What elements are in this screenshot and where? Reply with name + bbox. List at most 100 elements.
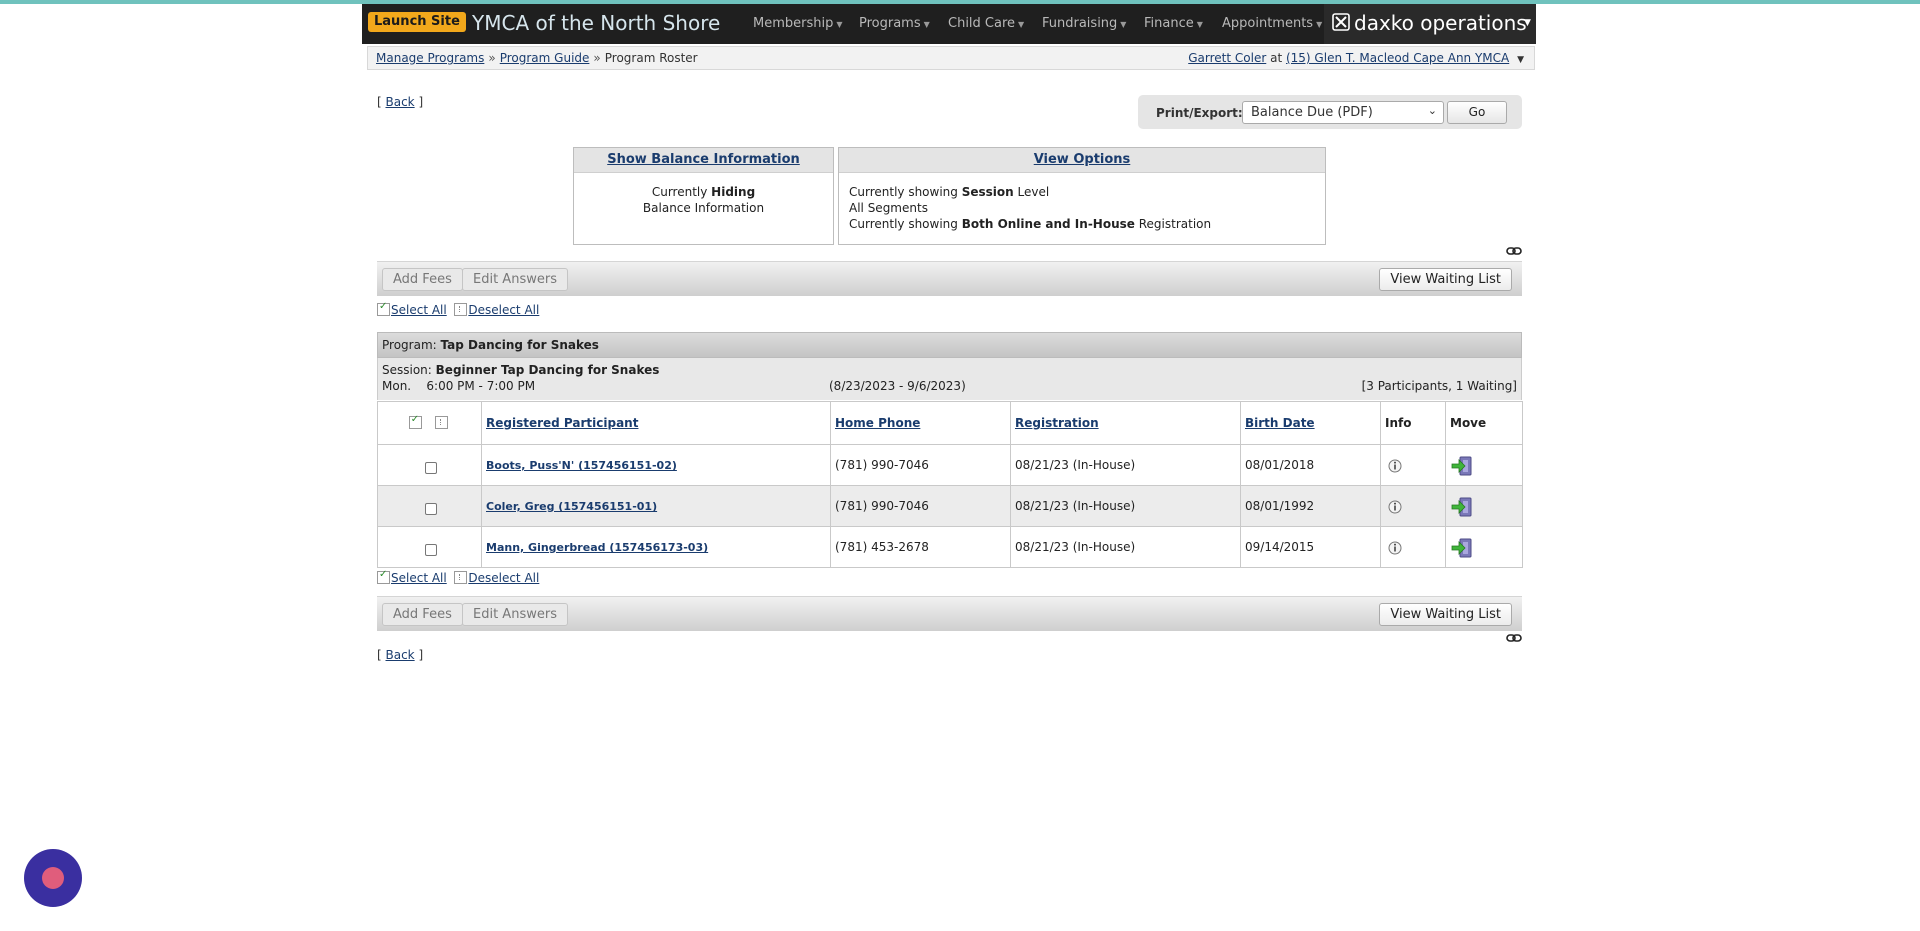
- export-selected-value: Balance Due (PDF): [1251, 105, 1373, 120]
- move-participant-icon[interactable]: [1451, 455, 1473, 477]
- select-column-header: [377, 401, 482, 445]
- brand-name: daxko operations: [1354, 11, 1527, 35]
- session-header: Session: Beginner Tap Dancing for Snakes…: [377, 358, 1522, 400]
- select-controls-top: Select All Deselect All: [377, 301, 539, 317]
- select-all-icon[interactable]: [408, 414, 422, 429]
- participant-cell: Boots, Puss'N' (157456151-02): [481, 444, 831, 486]
- daxko-brand-menu[interactable]: daxko operations ▼: [1324, 4, 1536, 44]
- program-name: Tap Dancing for Snakes: [440, 338, 599, 352]
- row-checkbox[interactable]: [425, 544, 437, 556]
- sort-phone-link[interactable]: Home Phone: [835, 416, 920, 430]
- export-format-select[interactable]: Balance Due (PDF) ⌄: [1242, 101, 1444, 124]
- nav-appointments[interactable]: Appointments ▼: [1222, 4, 1322, 44]
- back-button[interactable]: Back: [386, 648, 415, 662]
- breadcrumb-manage-programs[interactable]: Manage Programs: [376, 51, 484, 65]
- session-time: 6:00 PM - 7:00 PM: [426, 379, 536, 393]
- print-export-label: Print/Export:: [1156, 106, 1243, 120]
- phone-cell: (781) 990-7046: [830, 485, 1011, 527]
- deselect-all-link[interactable]: Deselect All: [468, 571, 539, 585]
- nav-membership[interactable]: Membership ▼: [753, 4, 843, 44]
- export-go-button[interactable]: Go: [1447, 101, 1507, 124]
- show-balance-link[interactable]: Show Balance Information: [607, 152, 800, 167]
- select-controls-bottom: Select All Deselect All: [377, 569, 539, 585]
- deselect-all-link[interactable]: Deselect All: [468, 303, 539, 317]
- organization-name: YMCA of the North Shore: [472, 11, 721, 35]
- balance-info-body: Currently Hiding Balance Information: [574, 173, 833, 222]
- registration-cell: 08/21/23 (In-House): [1010, 526, 1241, 568]
- nav-finance[interactable]: Finance ▼: [1144, 4, 1203, 44]
- birth-date-cell: 08/01/2018: [1240, 444, 1381, 486]
- launch-site-button[interactable]: Launch Site: [368, 12, 466, 32]
- info-column-header: Info: [1380, 401, 1446, 445]
- row-checkbox[interactable]: [425, 503, 437, 515]
- move-participant-icon[interactable]: [1451, 537, 1473, 559]
- view-options-header: View Options: [839, 148, 1325, 173]
- session-participant-count: [3 Participants, 1 Waiting]: [1361, 379, 1517, 393]
- view-level-value: Session: [961, 185, 1014, 199]
- phone-cell: (781) 990-7046: [830, 444, 1011, 486]
- participant-link[interactable]: Boots, Puss'N' (157456151-02): [486, 459, 677, 472]
- edit-answers-button[interactable]: Edit Answers: [462, 268, 568, 291]
- roster-toolbar-bottom: Add Fees Edit Answers View Waiting List: [377, 596, 1522, 631]
- balance-info-box: Show Balance Information Currently Hidin…: [573, 147, 834, 245]
- info-icon[interactable]: [1388, 541, 1402, 555]
- sort-registration-link[interactable]: Registration: [1015, 416, 1099, 430]
- info-icon[interactable]: [1388, 500, 1402, 514]
- view-waiting-list-button[interactable]: View Waiting List: [1379, 603, 1512, 626]
- participant-link[interactable]: Mann, Gingerbread (157456173-03): [486, 541, 708, 554]
- print-export-panel: Print/Export: Balance Due (PDF) ⌄ Go: [1138, 95, 1522, 129]
- caret-down-icon[interactable]: ▼: [1517, 55, 1524, 65]
- info-icon[interactable]: [1388, 459, 1402, 473]
- balance-status-text: Balance Information: [642, 201, 765, 215]
- back-link-top: [ Back ]: [377, 95, 424, 109]
- deselect-all-icon[interactable]: [435, 416, 449, 429]
- permalink-icon[interactable]: [1506, 246, 1522, 256]
- birth-column-header: Birth Date: [1240, 401, 1381, 445]
- participant-link[interactable]: Coler, Greg (157456151-01): [486, 500, 657, 513]
- view-registration-value: Both Online and In-House: [961, 217, 1135, 231]
- row-select-cell: [377, 444, 482, 486]
- user-name-link[interactable]: Garrett Coler: [1188, 51, 1266, 65]
- nav-fundraising[interactable]: Fundraising ▼: [1042, 4, 1126, 44]
- balance-status-value: Hiding: [711, 185, 756, 199]
- select-all-icon: [377, 301, 390, 316]
- table-header-row: Registered Participant Home Phone Regist…: [377, 401, 1523, 445]
- view-waiting-list-button[interactable]: View Waiting List: [1379, 268, 1512, 291]
- info-cell: [1380, 485, 1446, 527]
- permalink-icon[interactable]: [1506, 633, 1522, 643]
- caret-down-icon: ▼: [1524, 18, 1531, 28]
- caret-down-icon: ▼: [1120, 20, 1127, 29]
- edit-answers-button[interactable]: Edit Answers: [462, 603, 568, 626]
- nav-label: Fundraising: [1042, 16, 1118, 31]
- sort-birth-date-link[interactable]: Birth Date: [1245, 416, 1315, 430]
- view-options-link[interactable]: View Options: [1034, 152, 1131, 167]
- daxko-logo-icon: [1332, 13, 1350, 31]
- move-cell: [1445, 444, 1523, 486]
- view-registration-prefix: Currently showing: [849, 217, 958, 231]
- location-link[interactable]: (15) Glen T. Macleod Cape Ann YMCA: [1286, 51, 1509, 65]
- nav-programs[interactable]: Programs ▼: [859, 4, 930, 44]
- move-participant-icon[interactable]: [1451, 496, 1473, 518]
- top-navigation-bar: Launch Site YMCA of the North Shore Memb…: [362, 4, 1536, 44]
- select-all-link[interactable]: Select All: [391, 571, 447, 585]
- back-button[interactable]: Back: [386, 95, 415, 109]
- session-dates: (8/23/2023 - 9/6/2023): [829, 379, 966, 393]
- phone-column-header: Home Phone: [830, 401, 1011, 445]
- add-fees-button[interactable]: Add Fees: [382, 268, 463, 291]
- view-options-body: Currently showing Session Level All Segm…: [839, 173, 1325, 238]
- nav-label: Child Care: [948, 16, 1016, 31]
- sort-participant-link[interactable]: Registered Participant: [486, 416, 638, 430]
- row-checkbox[interactable]: [425, 462, 437, 474]
- select-all-link[interactable]: Select All: [391, 303, 447, 317]
- chat-widget-button[interactable]: [24, 849, 82, 907]
- nav-label: Membership: [753, 16, 834, 31]
- view-level-prefix: Currently showing: [849, 185, 958, 199]
- breadcrumb-program-guide[interactable]: Program Guide: [500, 51, 590, 65]
- table-row: Coler, Greg (157456151-01) (781) 990-704…: [377, 485, 1523, 527]
- add-fees-button[interactable]: Add Fees: [382, 603, 463, 626]
- registration-cell: 08/21/23 (In-House): [1010, 444, 1241, 486]
- nav-child-care[interactable]: Child Care ▼: [948, 4, 1024, 44]
- birth-date-cell: 09/14/2015: [1240, 526, 1381, 568]
- participant-cell: Coler, Greg (157456151-01): [481, 485, 831, 527]
- program-label: Program:: [382, 338, 437, 352]
